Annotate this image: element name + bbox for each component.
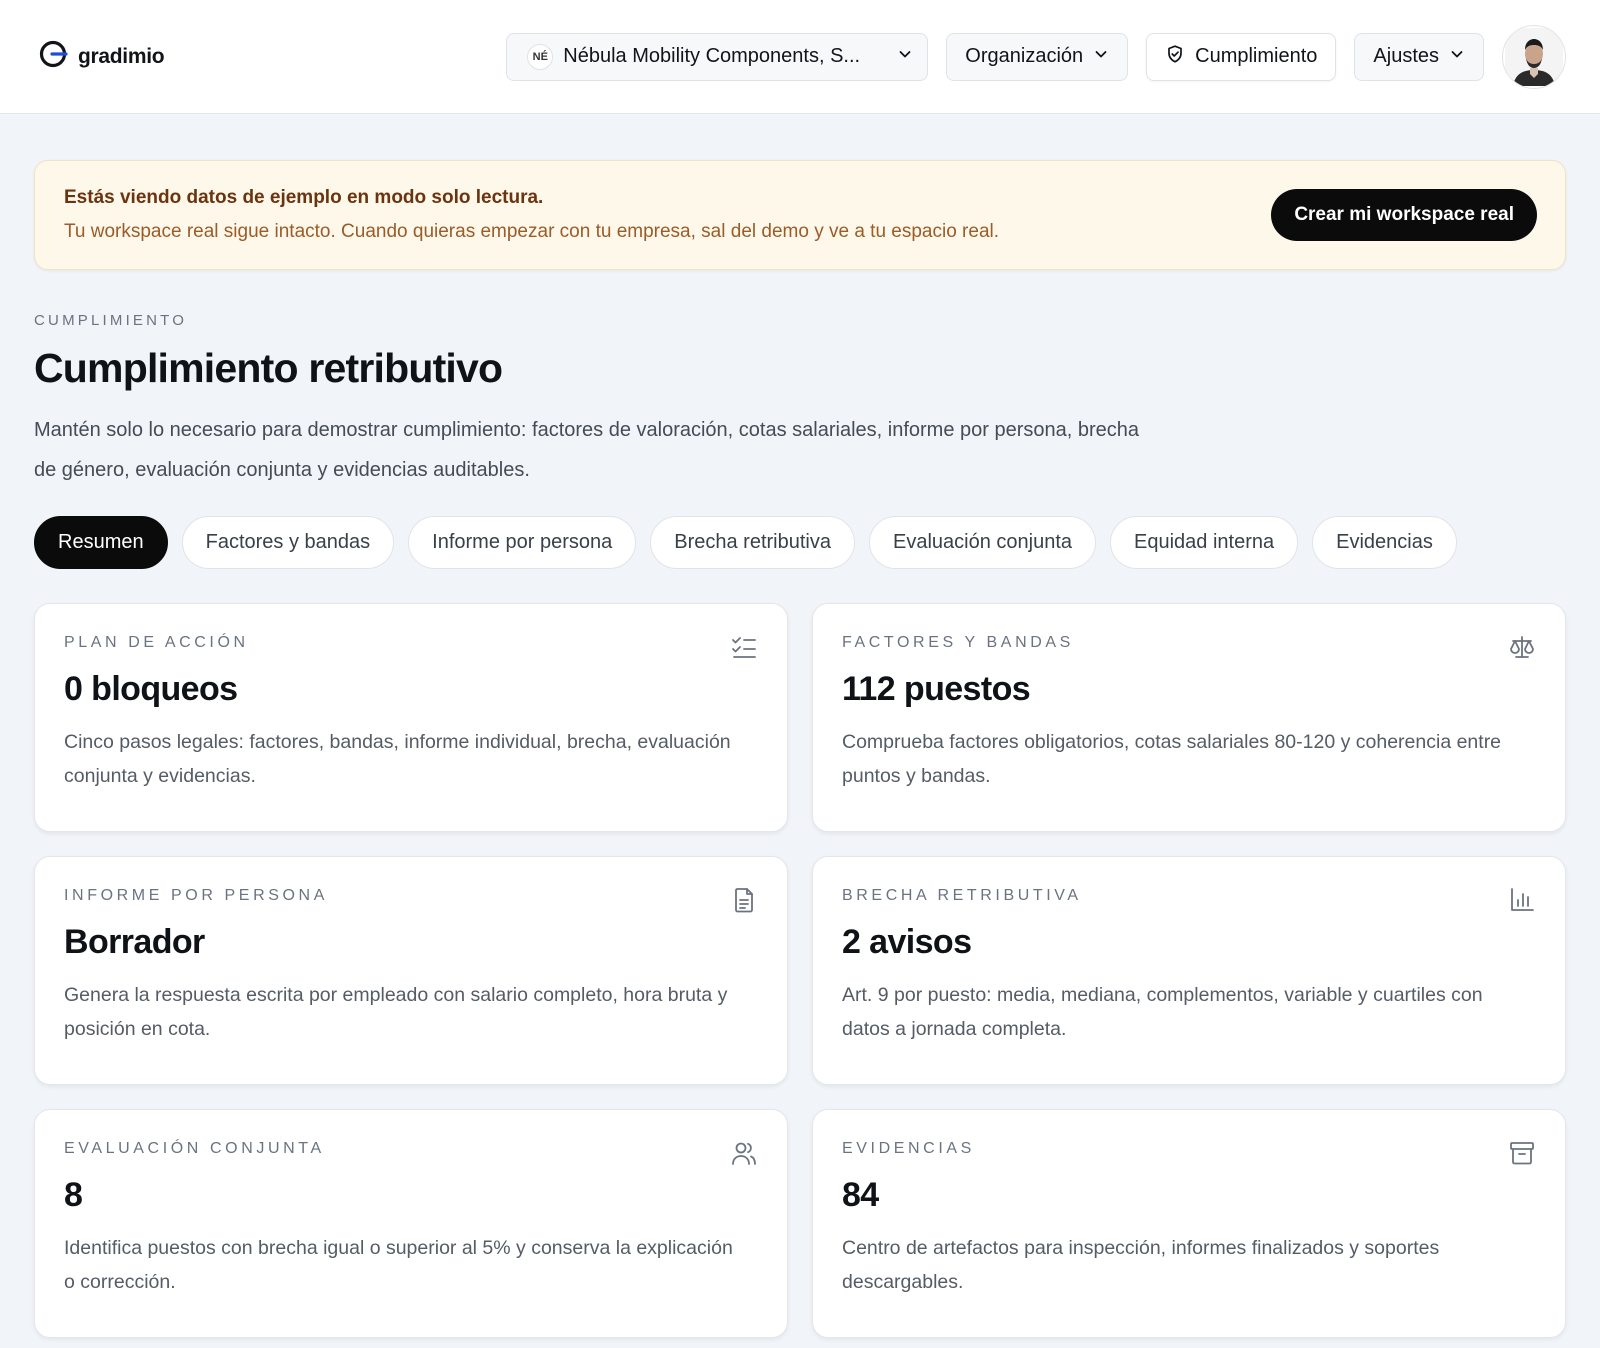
- page-description: Mantén solo lo necesario para demostrar …: [34, 419, 1139, 481]
- card-evidencias[interactable]: EVIDENCIAS 84 Centro de artefactos para …: [812, 1109, 1566, 1338]
- card-factores-y-bandas[interactable]: FACTORES Y BANDAS 112 puestos Comprueba …: [812, 603, 1566, 832]
- scale-icon: [1507, 632, 1537, 662]
- page-eyebrow: CUMPLIMIENTO: [34, 312, 188, 329]
- section-tabs: Resumen Factores y bandas Informe por pe…: [34, 516, 1566, 569]
- bar-chart-icon: [1507, 885, 1537, 915]
- demo-banner-subtitle: Tu workspace real sigue intacto. Cuando …: [64, 221, 1000, 242]
- card-eyebrow: PLAN DE ACCIÓN: [64, 634, 249, 651]
- demo-banner: Estás viendo datos de ejemplo en modo so…: [34, 160, 1566, 270]
- company-initials-badge: NÉ: [527, 43, 554, 70]
- card-eyebrow: EVALUACIÓN CONJUNTA: [64, 1140, 325, 1157]
- card-plan-de-accion[interactable]: PLAN DE ACCIÓN 0 bloqueos Cinco pasos le…: [34, 603, 788, 832]
- card-informe-por-persona[interactable]: INFORME POR PERSONA Borrador Genera la r…: [34, 856, 788, 1085]
- main-content: Estás viendo datos de ejemplo en modo so…: [0, 114, 1600, 1338]
- document-icon: [729, 885, 759, 915]
- archive-icon: [1507, 1138, 1537, 1168]
- card-description: Centro de artefactos para inspección, in…: [842, 1237, 1440, 1293]
- ajustes-menu-button[interactable]: Ajustes: [1354, 32, 1484, 81]
- brand-name: gradimio: [78, 44, 165, 68]
- avatar-portrait-icon: [1505, 27, 1563, 86]
- users-icon: [729, 1138, 759, 1168]
- checklist-icon: [729, 632, 759, 662]
- user-avatar[interactable]: [1502, 24, 1566, 89]
- company-name: Nébula Mobility Components, S...: [563, 45, 861, 67]
- card-value: 2 avisos: [842, 923, 972, 961]
- cumplimiento-label: Cumplimiento: [1195, 45, 1318, 67]
- card-evaluacion-conjunta[interactable]: EVALUACIÓN CONJUNTA 8 Identifica puestos…: [34, 1109, 788, 1338]
- brand-logo[interactable]: gradimio: [38, 39, 165, 74]
- card-description: Identifica puestos con brecha igual o su…: [64, 1237, 733, 1293]
- company-selector[interactable]: NÉ Nébula Mobility Components, S...: [506, 32, 929, 81]
- shield-check-icon: [1165, 44, 1185, 70]
- tab-factores-y-bandas[interactable]: Factores y bandas: [181, 516, 395, 569]
- chevron-down-icon: [1093, 45, 1109, 68]
- chevron-down-icon: [897, 45, 913, 68]
- create-workspace-button[interactable]: Crear mi workspace real: [1271, 189, 1537, 241]
- card-eyebrow: INFORME POR PERSONA: [64, 887, 328, 904]
- card-eyebrow: BRECHA RETRIBUTIVA: [842, 887, 1082, 904]
- card-value: 0 bloqueos: [64, 670, 238, 708]
- gradimio-logo-icon: [38, 39, 68, 74]
- page-title: Cumplimiento retributivo: [34, 345, 503, 391]
- card-brecha-retributiva[interactable]: BRECHA RETRIBUTIVA 2 avisos Art. 9 por p…: [812, 856, 1566, 1085]
- card-eyebrow: EVIDENCIAS: [842, 1140, 975, 1157]
- tab-evidencias[interactable]: Evidencias: [1312, 516, 1457, 569]
- tab-evaluacion-conjunta[interactable]: Evaluación conjunta: [869, 516, 1097, 569]
- summary-cards-grid: PLAN DE ACCIÓN 0 bloqueos Cinco pasos le…: [34, 603, 1566, 1338]
- demo-banner-text: Estás viendo datos de ejemplo en modo so…: [64, 187, 1271, 243]
- card-description: Comprueba factores obligatorios, cotas s…: [842, 731, 1502, 787]
- tab-equidad-interna[interactable]: Equidad interna: [1110, 516, 1299, 569]
- card-description: Cinco pasos legales: factores, bandas, i…: [64, 731, 731, 787]
- tab-brecha-retributiva[interactable]: Brecha retributiva: [650, 516, 855, 569]
- ajustes-label: Ajustes: [1373, 45, 1439, 67]
- organizacion-menu-button[interactable]: Organización: [946, 32, 1129, 81]
- card-value: Borrador: [64, 923, 205, 961]
- card-value: 84: [842, 1176, 879, 1214]
- card-description: Art. 9 por puesto: media, mediana, compl…: [842, 984, 1483, 1040]
- cumplimiento-nav-button[interactable]: Cumplimiento: [1146, 32, 1337, 81]
- card-value: 8: [64, 1176, 83, 1214]
- organizacion-label: Organización: [965, 45, 1084, 67]
- top-nav: NÉ Nébula Mobility Components, S... Orga…: [506, 24, 1566, 89]
- top-bar: gradimio NÉ Nébula Mobility Components, …: [0, 0, 1600, 114]
- chevron-down-icon: [1449, 45, 1465, 68]
- tab-resumen[interactable]: Resumen: [34, 516, 168, 569]
- card-description: Genera la respuesta escrita por empleado…: [64, 984, 728, 1040]
- card-value: 112 puestos: [842, 670, 1031, 708]
- card-eyebrow: FACTORES Y BANDAS: [842, 634, 1074, 651]
- tab-informe-por-persona[interactable]: Informe por persona: [408, 516, 637, 569]
- demo-banner-title: Estás viendo datos de ejemplo en modo so…: [64, 187, 544, 208]
